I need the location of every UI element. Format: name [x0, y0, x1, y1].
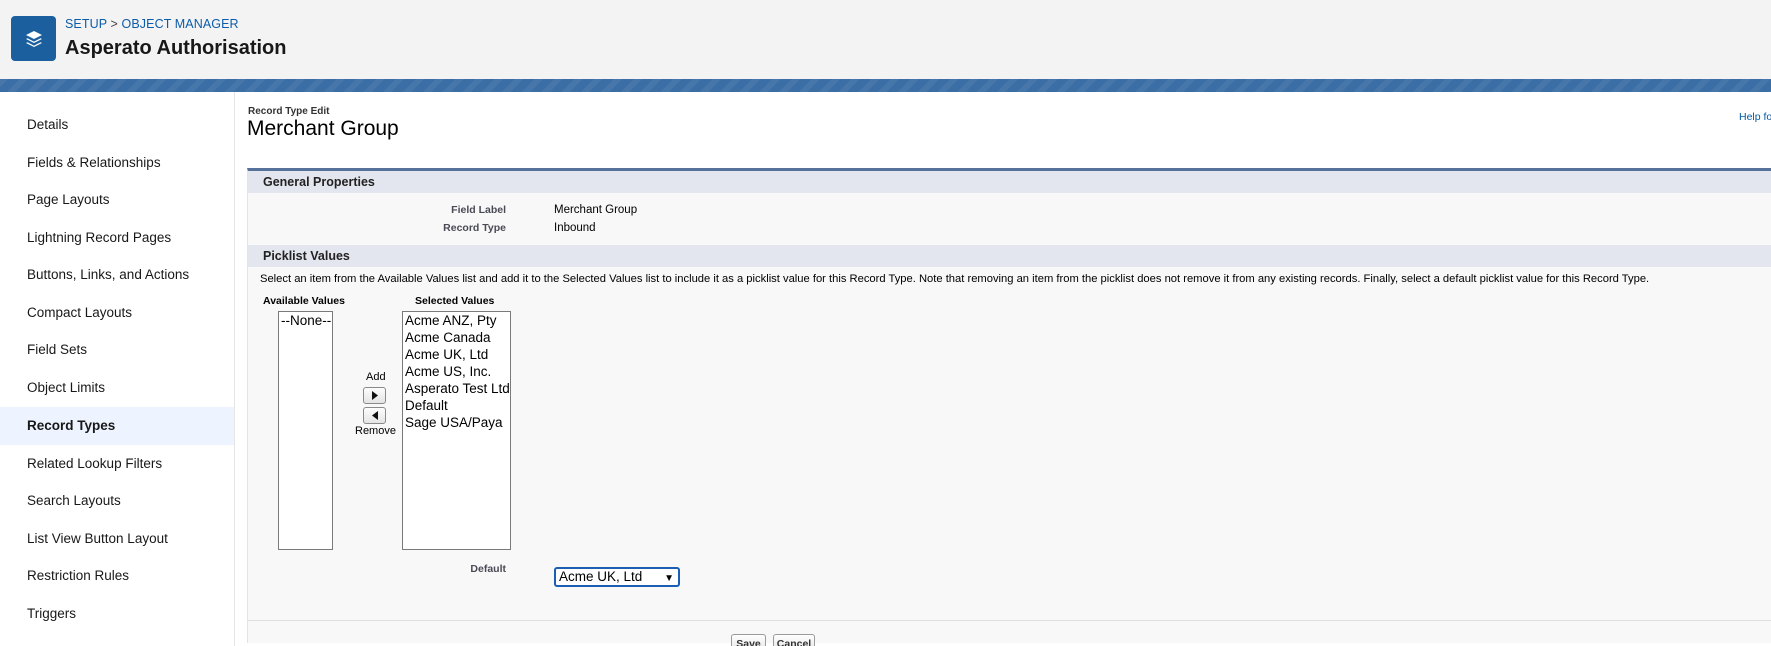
sidebar-item-fields-relationships[interactable]: Fields & Relationships — [0, 144, 234, 182]
page-header: SETUP > OBJECT MANAGER Asperato Authoris… — [0, 0, 1771, 79]
cancel-button[interactable]: Cancel — [773, 634, 815, 646]
record-type-form: General Properties Field Label Merchant … — [247, 168, 1771, 646]
breadcrumb-separator: > — [110, 17, 118, 31]
layers-icon — [11, 16, 56, 61]
picklist-values-heading: Picklist Values — [248, 245, 1771, 267]
arrow-left-icon — [371, 411, 378, 420]
default-label: Default — [470, 563, 506, 575]
selected-value-option[interactable]: Acme US, Inc. — [405, 363, 508, 380]
selected-value-option[interactable]: Asperato Test Ltd — [405, 380, 510, 397]
save-button[interactable]: Save — [731, 634, 766, 646]
sidebar-item-search-layouts[interactable]: Search Layouts — [0, 482, 234, 520]
available-values-label: Available Values — [263, 295, 345, 307]
selected-value-option[interactable]: Sage USA/Paya — [405, 414, 508, 431]
breadcrumb: SETUP > OBJECT MANAGER — [65, 17, 239, 31]
record-type-title: Merchant Group — [247, 117, 399, 140]
selected-value-option[interactable]: Acme UK, Ltd — [405, 346, 508, 363]
page-title: Asperato Authorisation — [65, 37, 287, 59]
default-value-text: Acme UK, Ltd — [559, 569, 643, 584]
remove-label: Remove — [355, 425, 396, 437]
header-banner — [0, 79, 1771, 92]
selected-values-label: Selected Values — [415, 295, 495, 307]
breadcrumb-object-manager[interactable]: OBJECT MANAGER — [122, 17, 239, 31]
sidebar-item-restriction-rules[interactable]: Restriction Rules — [0, 557, 234, 595]
sidebar: Details Fields & Relationships Page Layo… — [0, 92, 235, 646]
button-divider — [248, 620, 1771, 621]
chevron-down-icon: ▼ — [664, 573, 674, 584]
add-label: Add — [366, 371, 386, 383]
sidebar-item-triggers[interactable]: Triggers — [0, 595, 234, 633]
sidebar-item-record-types[interactable]: Record Types — [0, 407, 234, 445]
selected-values-list[interactable]: Acme ANZ, Pty Acme Canada Acme UK, Ltd A… — [402, 311, 511, 550]
breadcrumb-setup[interactable]: SETUP — [65, 17, 107, 31]
sidebar-item-lightning-record-pages[interactable]: Lightning Record Pages — [0, 219, 234, 257]
selected-value-option[interactable]: Acme ANZ, Pty — [405, 312, 508, 329]
selected-value-option[interactable]: Default — [405, 397, 508, 414]
picklist-instructions: Select an item from the Available Values… — [260, 273, 1650, 285]
add-button[interactable] — [363, 387, 386, 404]
sidebar-item-compact-layouts[interactable]: Compact Layouts — [0, 294, 234, 332]
sidebar-item-field-sets[interactable]: Field Sets — [0, 331, 234, 369]
record-type-value: Inbound — [554, 222, 596, 234]
remove-button[interactable] — [363, 407, 386, 424]
sidebar-item-related-lookup-filters[interactable]: Related Lookup Filters — [0, 445, 234, 483]
available-values-list[interactable]: --None-- — [278, 311, 333, 550]
sidebar-item-list-view-button-layout[interactable]: List View Button Layout — [0, 520, 234, 558]
selected-value-option[interactable]: Acme Canada — [405, 329, 508, 346]
page-subtitle: Record Type Edit — [248, 106, 330, 117]
sidebar-item-object-limits[interactable]: Object Limits — [0, 369, 234, 407]
default-value-select[interactable]: Acme UK, Ltd ▼ — [554, 567, 680, 587]
arrow-right-icon — [371, 391, 378, 400]
sidebar-item-buttons-links-actions[interactable]: Buttons, Links, and Actions — [0, 256, 234, 294]
record-type-label: Record Type — [443, 222, 506, 234]
main-content: Record Type Edit Merchant Group Help fo … — [236, 92, 1771, 646]
general-properties-heading: General Properties — [248, 171, 1771, 193]
help-link[interactable]: Help fo — [1739, 111, 1771, 123]
sidebar-item-page-layouts[interactable]: Page Layouts — [0, 181, 234, 219]
sidebar-item-details[interactable]: Details — [0, 106, 234, 144]
field-label-label: Field Label — [451, 204, 506, 216]
available-value-option[interactable]: --None-- — [281, 312, 331, 329]
field-label-value: Merchant Group — [554, 204, 638, 216]
